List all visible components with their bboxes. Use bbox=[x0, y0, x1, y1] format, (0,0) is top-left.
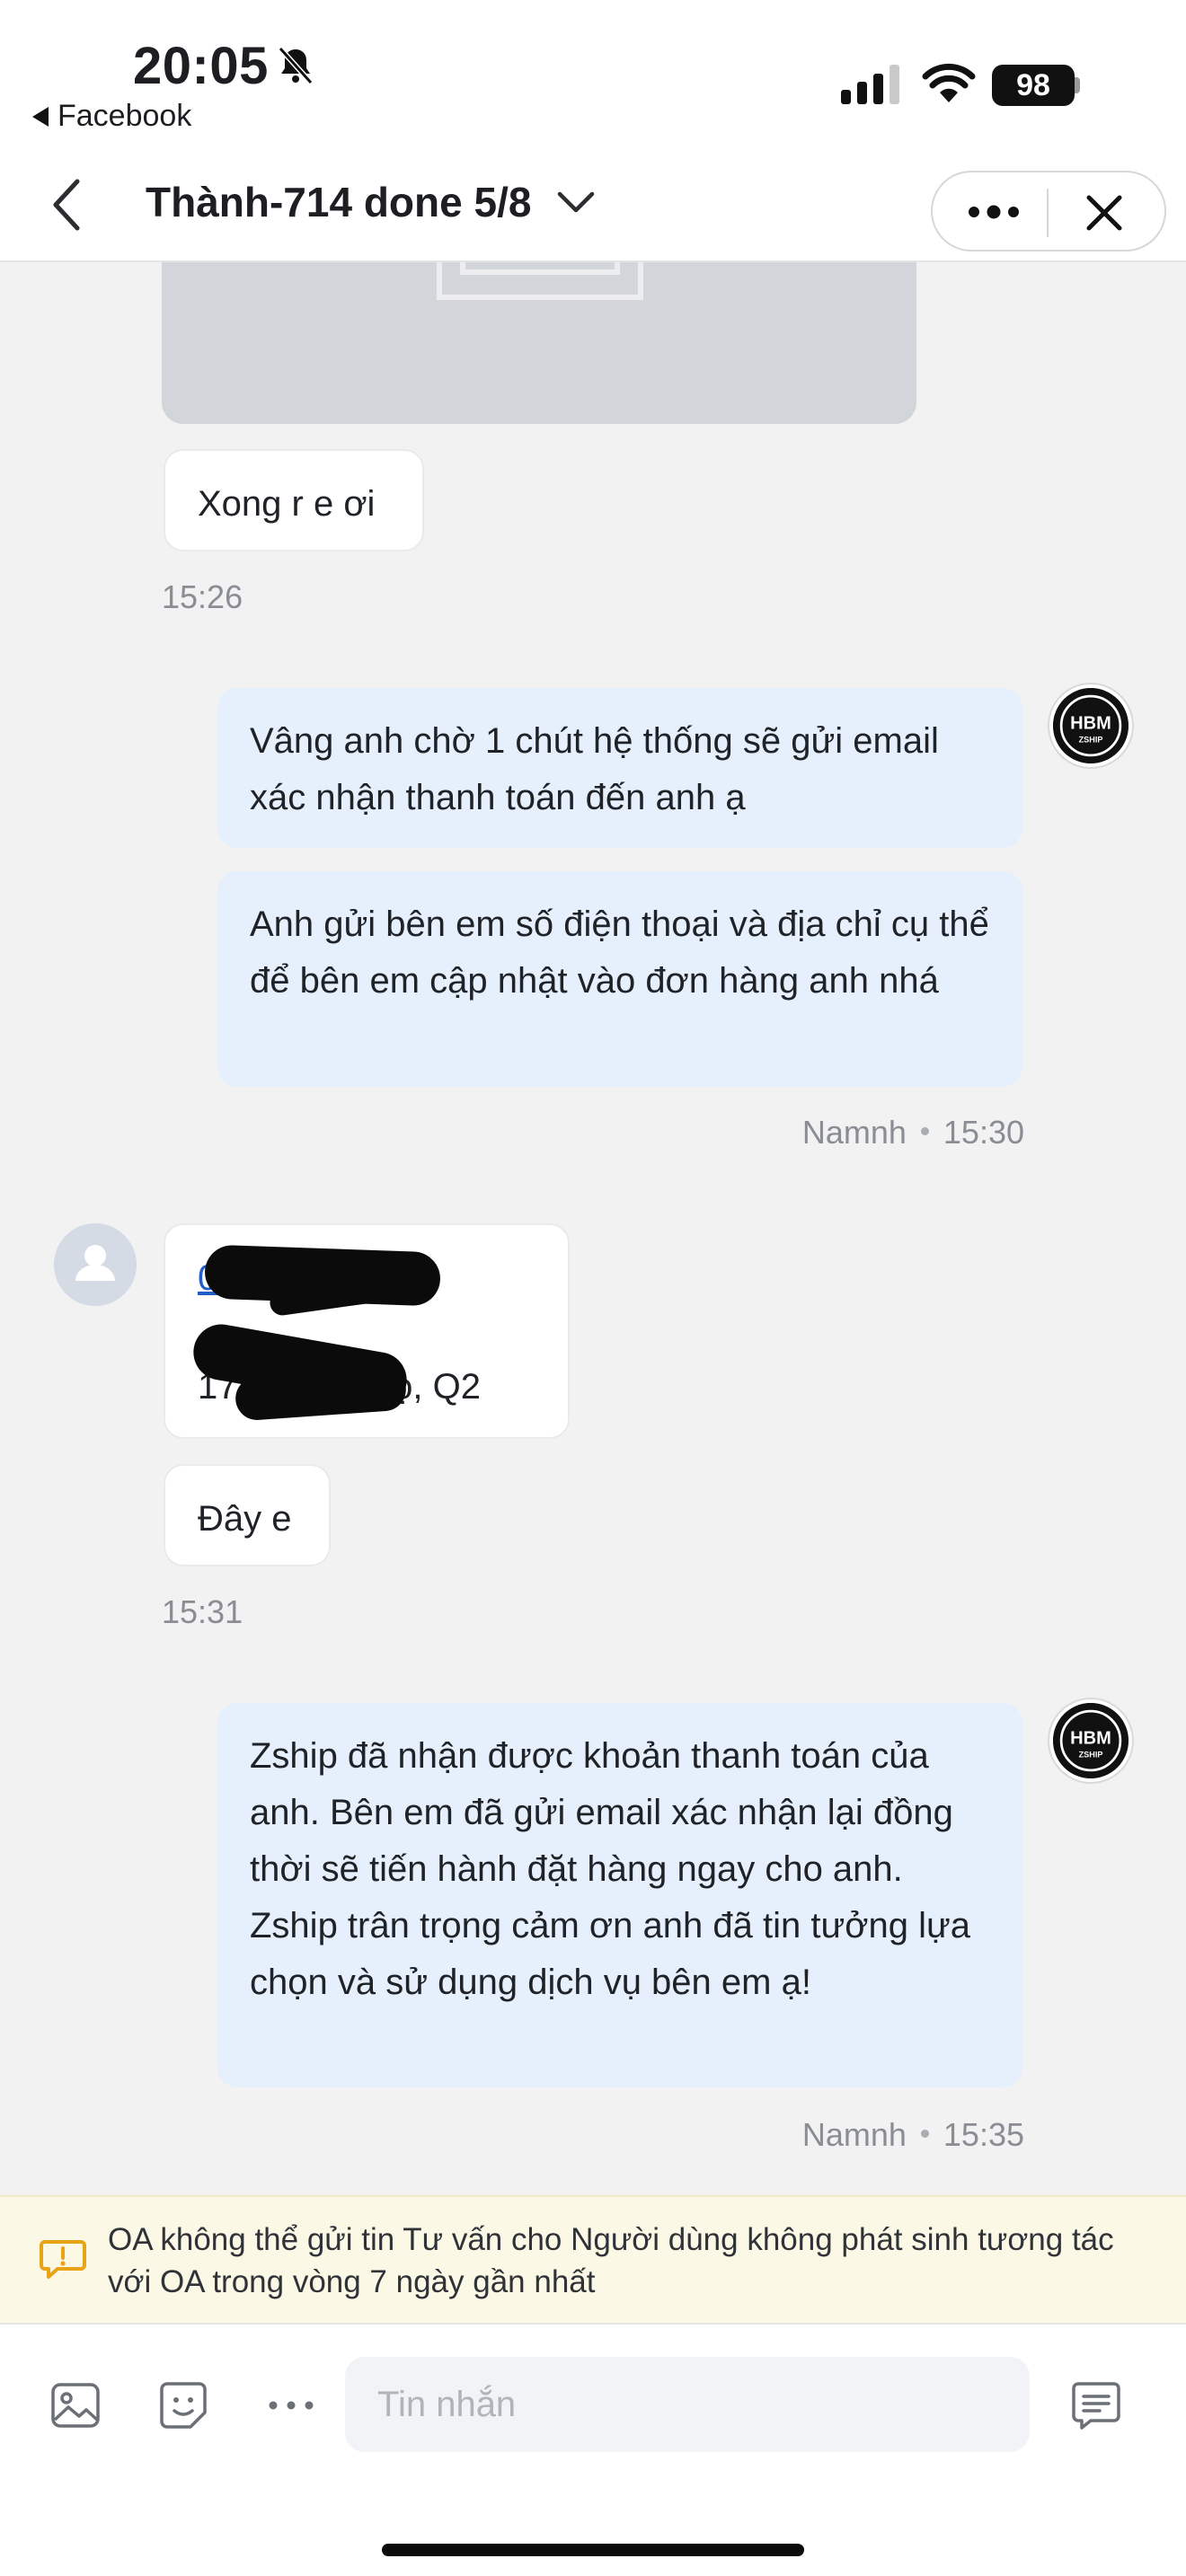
message-timestamp: 15:35 bbox=[943, 2116, 1024, 2153]
image-frame-inner bbox=[460, 262, 620, 275]
message-input[interactable] bbox=[345, 2357, 1030, 2452]
close-icon[interactable] bbox=[1085, 194, 1123, 232]
image-message-placeholder[interactable] bbox=[162, 262, 916, 424]
message-text: Đây e bbox=[198, 1499, 292, 1539]
home-indicator bbox=[382, 2544, 804, 2556]
top-bar: 20:05 Facebook 98 Thành-714 done 5/8 bbox=[0, 0, 1186, 262]
logo-text-top: HBM bbox=[1070, 714, 1111, 734]
more-icon[interactable] bbox=[965, 192, 1022, 232]
back-icon[interactable] bbox=[47, 176, 86, 234]
message-timestamp: 15:31 bbox=[162, 1593, 243, 1630]
chat-title-text: Thành-714 done 5/8 bbox=[146, 179, 532, 225]
more-options-icon[interactable] bbox=[264, 2378, 318, 2432]
logo-text-bottom: ZSHIP bbox=[1079, 735, 1103, 744]
wifi-icon bbox=[922, 63, 976, 102]
zship-logo-avatar[interactable]: HBM ZSHIP bbox=[1049, 1699, 1132, 1782]
meta-dot bbox=[920, 1126, 929, 1135]
outgoing-message[interactable]: Anh gửi bên em số điện thoại và địa chỉ … bbox=[217, 871, 1022, 1087]
incoming-message[interactable]: Đây e bbox=[164, 1464, 331, 1566]
outgoing-message[interactable]: Vâng anh chờ 1 chút hệ thống sẽ gửi emai… bbox=[217, 688, 1022, 848]
chat-title[interactable]: Thành-714 done 5/8 bbox=[146, 178, 596, 226]
bell-slash-icon bbox=[278, 46, 314, 85]
oa-restriction-notice: OA không thể gửi tin Tư vấn cho Người dù… bbox=[0, 2195, 1186, 2323]
status-time: 20:05 bbox=[133, 37, 269, 95]
message-timestamp: 15:26 bbox=[162, 578, 243, 615]
message-timestamp: 15:30 bbox=[943, 1114, 1024, 1151]
message-meta: Namnh 15:35 bbox=[629, 2116, 1024, 2154]
battery-nub bbox=[1075, 77, 1080, 93]
battery-level: 98 bbox=[992, 65, 1075, 106]
message-text: Xong r e ơi bbox=[198, 484, 376, 524]
incoming-message[interactable]: Xong r e ơi bbox=[164, 449, 424, 551]
sender-name: Namnh bbox=[801, 2116, 907, 2153]
message-text: Zship đã nhận được khoản thanh toán của … bbox=[250, 1736, 970, 2002]
image-icon[interactable] bbox=[49, 2378, 102, 2432]
message-composer bbox=[0, 2323, 1186, 2576]
logo-text-top: HBM bbox=[1070, 1729, 1111, 1749]
sticker-icon[interactable] bbox=[156, 2378, 210, 2432]
meta-dot bbox=[920, 2129, 929, 2138]
logo-text-bottom: ZSHIP bbox=[1079, 1750, 1103, 1759]
chevron-down-icon[interactable] bbox=[556, 189, 596, 216]
outgoing-message[interactable]: Zship đã nhận được khoản thanh toán của … bbox=[217, 1703, 1022, 2087]
message-meta: Namnh 15:30 bbox=[629, 1114, 1024, 1151]
back-to-app-link[interactable]: Facebook bbox=[32, 99, 191, 134]
back-triangle-icon bbox=[32, 106, 49, 127]
capsule-divider bbox=[1047, 189, 1049, 237]
mini-app-capsule bbox=[931, 171, 1166, 251]
warning-icon bbox=[40, 2240, 86, 2279]
user-avatar[interactable] bbox=[54, 1223, 137, 1306]
message-text: Vâng anh chờ 1 chút hệ thống sẽ gửi emai… bbox=[250, 721, 939, 817]
zship-logo-avatar[interactable]: HBM ZSHIP bbox=[1049, 684, 1132, 767]
signal-icon bbox=[841, 65, 899, 104]
sender-name: Namnh bbox=[801, 1114, 907, 1151]
notice-text: OA không thể gửi tin Tư vấn cho Người dù… bbox=[108, 2222, 1114, 2299]
quick-reply-icon[interactable] bbox=[1069, 2378, 1123, 2432]
back-app-label: Facebook bbox=[58, 99, 192, 133]
message-text: Anh gửi bên em số điện thoại và địa chỉ … bbox=[250, 904, 989, 1001]
